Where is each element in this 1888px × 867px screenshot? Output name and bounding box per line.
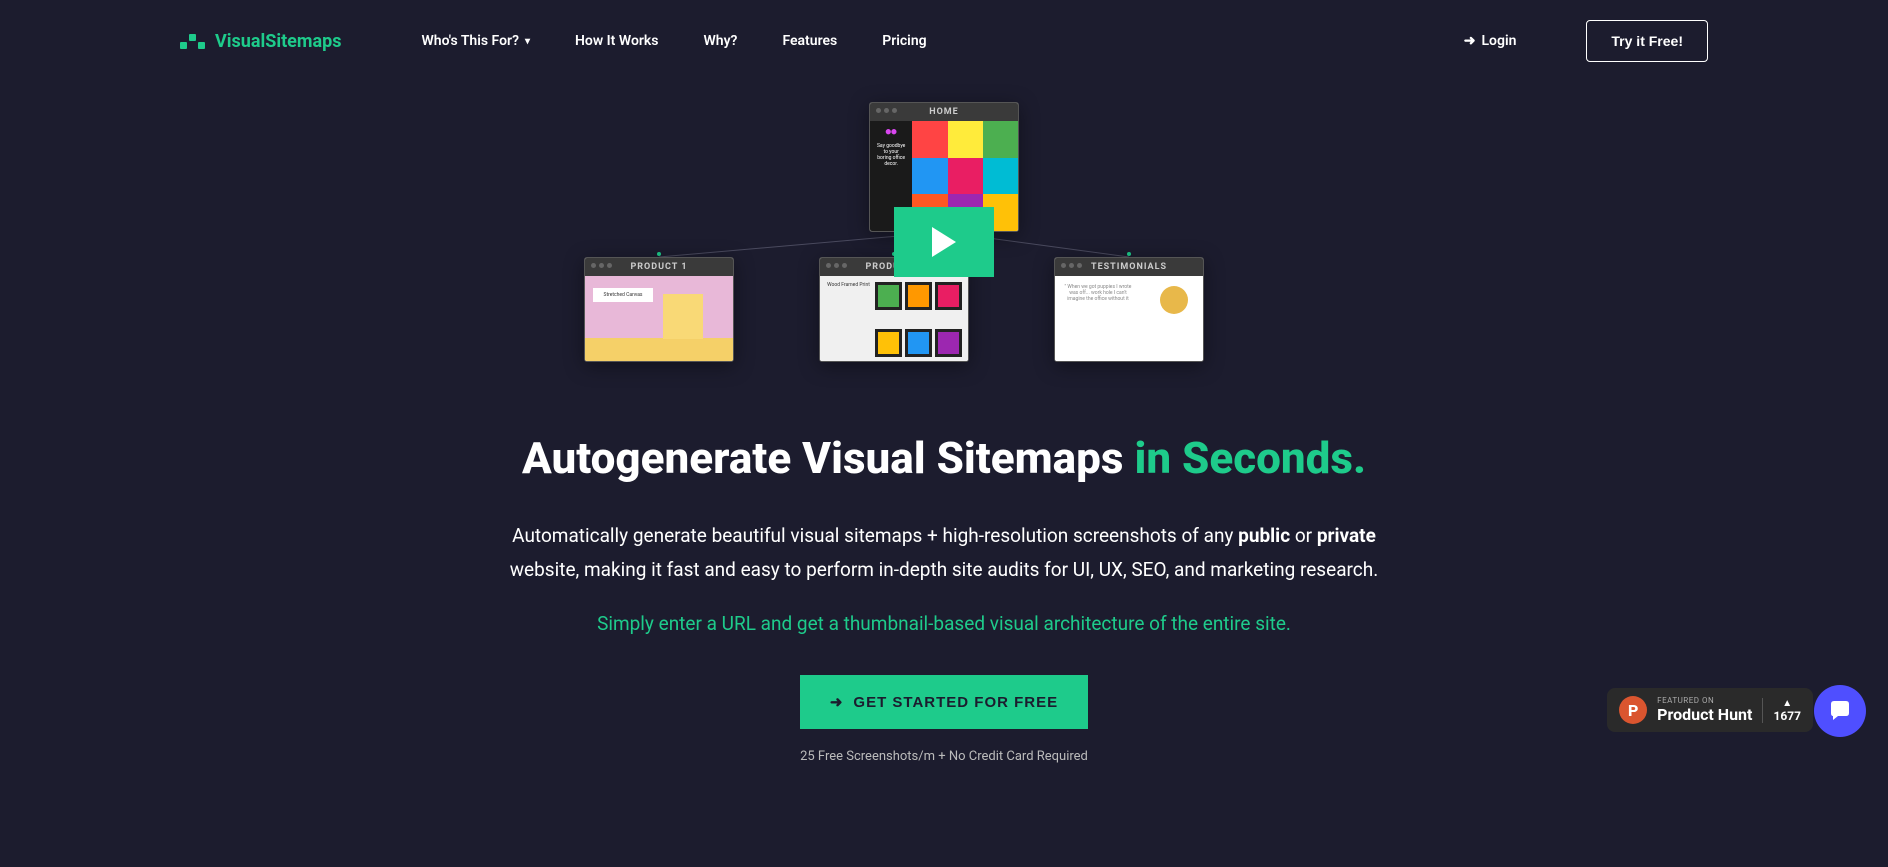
chat-widget-button[interactable] bbox=[1814, 685, 1866, 737]
nav-pricing[interactable]: Pricing bbox=[882, 33, 926, 49]
nav-who[interactable]: Who's This For? ▾ bbox=[422, 33, 530, 49]
headline: Autogenerate Visual Sitemaps in Seconds. bbox=[0, 432, 1888, 484]
login-icon: ➜ bbox=[1464, 33, 1476, 49]
sub-description: Simply enter a URL and get a thumbnail-b… bbox=[0, 612, 1888, 635]
sitemap-visual: HOME ⬤⬤ Say goodbye to your boring offic… bbox=[594, 102, 1294, 402]
try-free-button[interactable]: Try it Free! bbox=[1586, 20, 1708, 62]
logo-icon bbox=[180, 34, 205, 49]
description: Automatically generate beautiful visual … bbox=[484, 519, 1404, 587]
arrow-right-icon: ➜ bbox=[830, 693, 844, 711]
hero: HOME ⬤⬤ Say goodbye to your boring offic… bbox=[0, 82, 1888, 764]
get-started-button[interactable]: ➜ GET STARTED FOR FREE bbox=[800, 675, 1088, 729]
cta-note: 25 Free Screenshots/m + No Credit Card R… bbox=[0, 749, 1888, 764]
chevron-down-icon: ▾ bbox=[525, 36, 530, 47]
chat-icon bbox=[1826, 697, 1854, 725]
nav-why[interactable]: Why? bbox=[704, 33, 738, 49]
upvote-icon: ▲ bbox=[1773, 698, 1801, 709]
login-link[interactable]: ➜ Login bbox=[1464, 33, 1517, 49]
brand-text: VisualSitemaps bbox=[215, 31, 342, 52]
product-hunt-logo-icon: P bbox=[1619, 696, 1647, 724]
navbar: VisualSitemaps Who's This For? ▾ How It … bbox=[0, 0, 1888, 82]
nav-features[interactable]: Features bbox=[782, 33, 837, 49]
card-testimonials: TESTIMONIALS " When we got puppies I wro… bbox=[1054, 257, 1204, 362]
card-product1: PRODUCT 1 Stretched Canvas bbox=[584, 257, 734, 362]
nav-how[interactable]: How It Works bbox=[575, 33, 659, 49]
product-hunt-badge[interactable]: P FEATURED ON Product Hunt ▲ 1677 bbox=[1607, 688, 1813, 732]
play-button[interactable] bbox=[894, 207, 994, 277]
logo[interactable]: VisualSitemaps bbox=[180, 31, 342, 52]
card-header: HOME bbox=[870, 103, 1018, 121]
nav-links: Who's This For? ▾ How It Works Why? Feat… bbox=[422, 33, 1424, 49]
